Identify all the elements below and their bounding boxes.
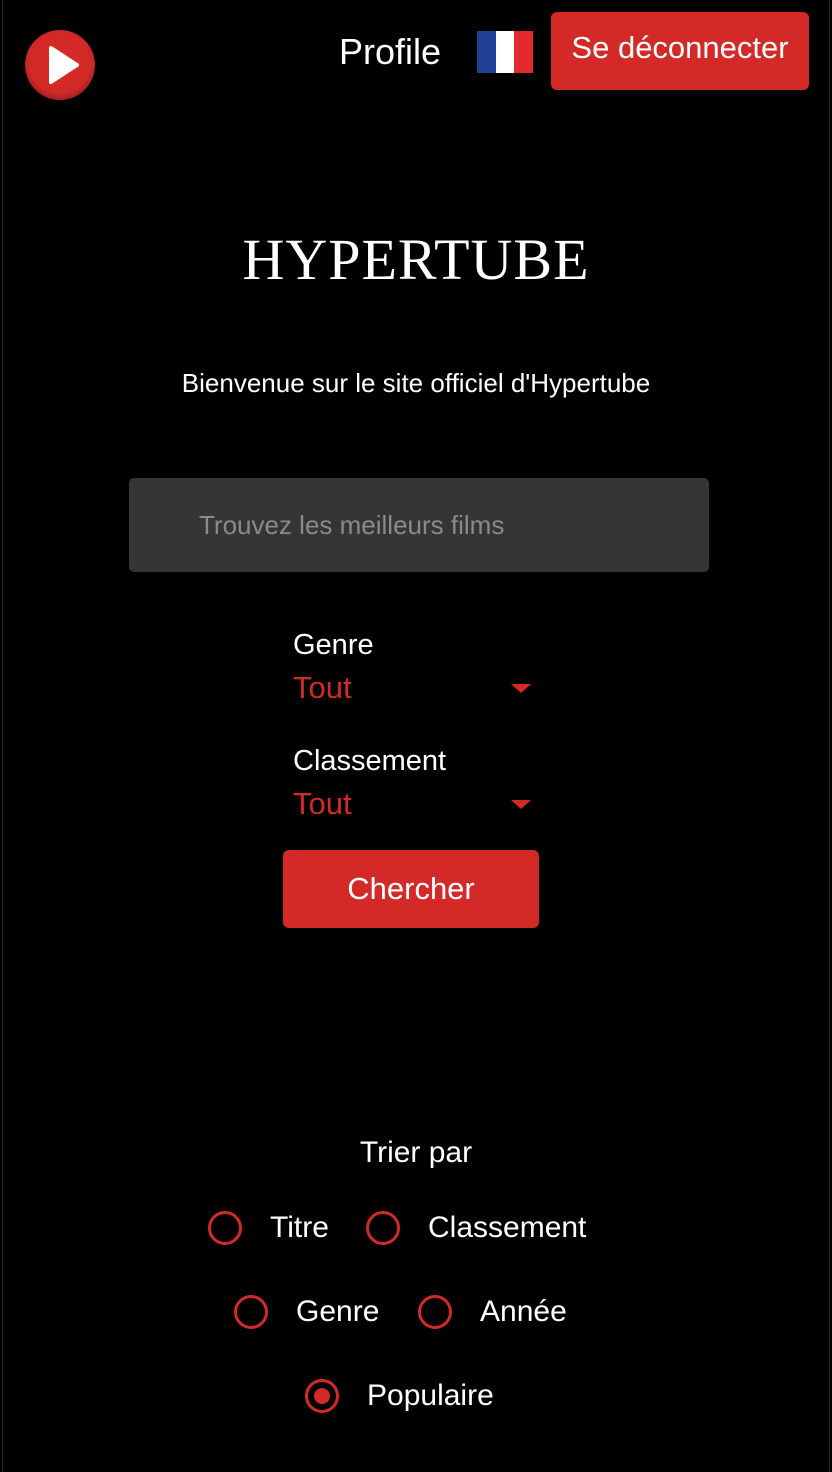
genre-select[interactable]: Tout: [293, 670, 533, 710]
radio-circle[interactable]: [305, 1379, 339, 1413]
french-flag-icon[interactable]: [477, 31, 534, 73]
radio-circle[interactable]: [366, 1211, 400, 1245]
sort-option-label: Année: [480, 1295, 567, 1328]
genre-selected-value: Tout: [293, 670, 352, 705]
sort-option-label: Populaire: [367, 1379, 494, 1412]
flag-red-stripe: [514, 31, 534, 73]
sort-option-genre[interactable]: Genre: [234, 1290, 379, 1334]
chevron-down-icon: [511, 684, 531, 693]
sort-option-label: Titre: [270, 1211, 329, 1244]
radio-circle[interactable]: [418, 1295, 452, 1329]
flag-blue-stripe: [477, 31, 496, 73]
radio-circle[interactable]: [234, 1295, 268, 1329]
play-icon: [49, 46, 79, 84]
rating-select[interactable]: Tout: [293, 786, 533, 826]
rating-label: Classement: [293, 745, 447, 777]
chevron-down-icon: [511, 800, 531, 809]
welcome-text: Bienvenue sur le site officiel d'Hypertu…: [181, 368, 651, 398]
radio-circle[interactable]: [208, 1211, 242, 1245]
sort-option-rating[interactable]: Classement: [366, 1206, 586, 1250]
logo[interactable]: [25, 30, 95, 100]
genre-label: Genre: [293, 629, 374, 661]
sort-option-popular[interactable]: Populaire: [305, 1374, 494, 1418]
search-box: [129, 478, 709, 572]
sort-option-year[interactable]: Année: [418, 1290, 567, 1334]
sort-option-label: Classement: [428, 1211, 587, 1244]
sort-option-title[interactable]: Titre: [208, 1206, 329, 1250]
search-input[interactable]: [197, 508, 709, 542]
search-button[interactable]: Chercher: [283, 850, 539, 928]
app-page: Profile Se déconnecter HYPERTUBE Bienven…: [2, 0, 830, 1472]
page-title: HYPERTUBE: [242, 227, 590, 292]
rating-selected-value: Tout: [293, 786, 352, 821]
sort-option-label: Genre: [296, 1295, 380, 1328]
logout-button[interactable]: Se déconnecter: [551, 12, 809, 90]
sort-title: Trier par: [359, 1136, 473, 1169]
profile-link[interactable]: Profile: [339, 30, 441, 74]
flag-white-stripe: [495, 31, 515, 73]
